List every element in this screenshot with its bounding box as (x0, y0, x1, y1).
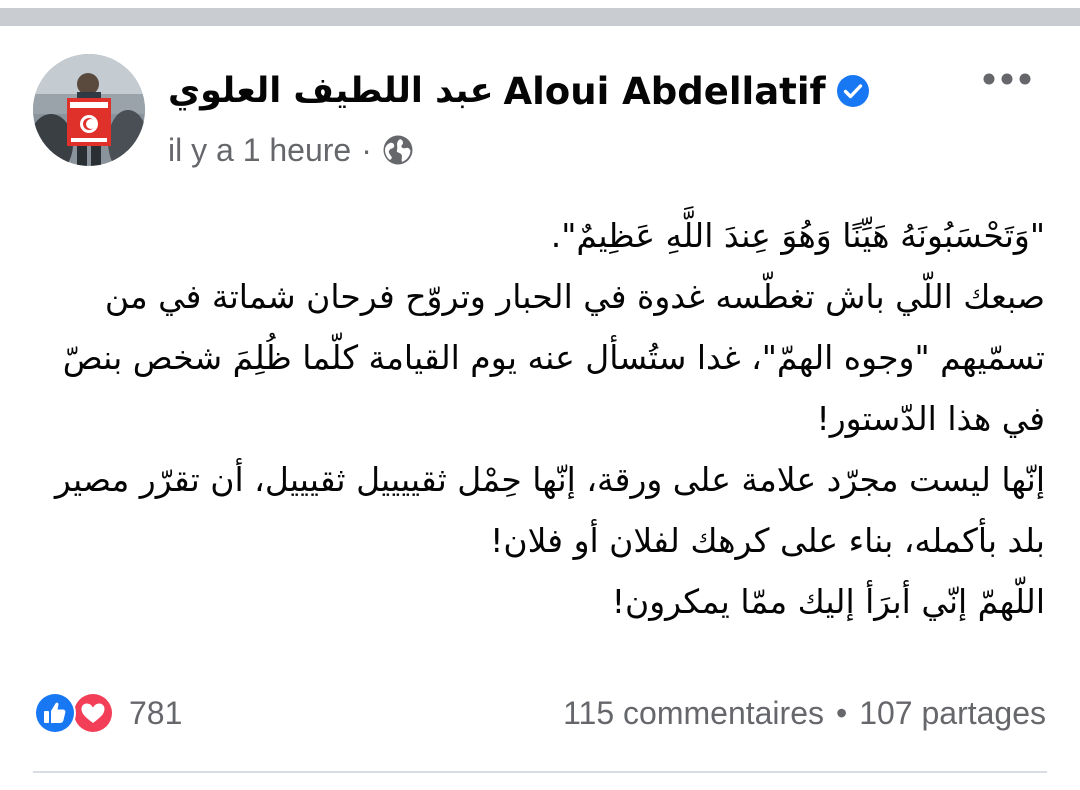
post-line: "وَتَحْسَبُونَهُ هَيِّنًا وَهُوَ عِندَ ا… (550, 216, 1045, 255)
verified-badge-icon (836, 75, 869, 107)
author-name-arabic[interactable]: عبد اللطيف العلوي (168, 71, 493, 111)
author-name-latin[interactable]: Aloui Abdellatif (503, 70, 825, 113)
shares-count-link[interactable]: 107 partages (859, 695, 1046, 732)
footer-divider (33, 771, 1047, 773)
engagement-stats: 115 commentaires • 107 partages (563, 690, 1046, 736)
reactions-summary[interactable]: 781 (33, 690, 182, 736)
post-body: "وَتَحْسَبُونَهُ هَيِّنًا وَهُوَ عِندَ ا… (40, 205, 1045, 632)
author-avatar[interactable] (33, 54, 145, 166)
post-line: صبعك اللّي باش تغطّسه غدوة في الحبار وتر… (62, 277, 1045, 438)
feed-separator-bar (0, 8, 1080, 26)
comments-count-link[interactable]: 115 commentaires (563, 695, 824, 732)
more-options-icon (983, 73, 1031, 85)
more-options-button[interactable] (982, 64, 1032, 94)
post-timestamp[interactable]: il y a 1 heure (168, 132, 351, 169)
post-line: اللّهمّ إنّي أبرَأ إليك ممّا يمكرون! (611, 582, 1045, 621)
post-line: إنّها ليست مجرّد علامة على ورقة، إنّها ح… (54, 460, 1045, 560)
like-reaction-icon (34, 692, 76, 734)
love-reaction-icon (72, 692, 114, 734)
post-meta: il y a 1 heure · (168, 130, 414, 170)
meta-separator: · (361, 131, 372, 168)
stats-separator: • (835, 694, 848, 731)
author-header: عبد اللطيف العلوي Aloui Abdellatif (168, 66, 869, 116)
reaction-count: 781 (129, 694, 183, 731)
globe-icon[interactable] (382, 134, 414, 166)
